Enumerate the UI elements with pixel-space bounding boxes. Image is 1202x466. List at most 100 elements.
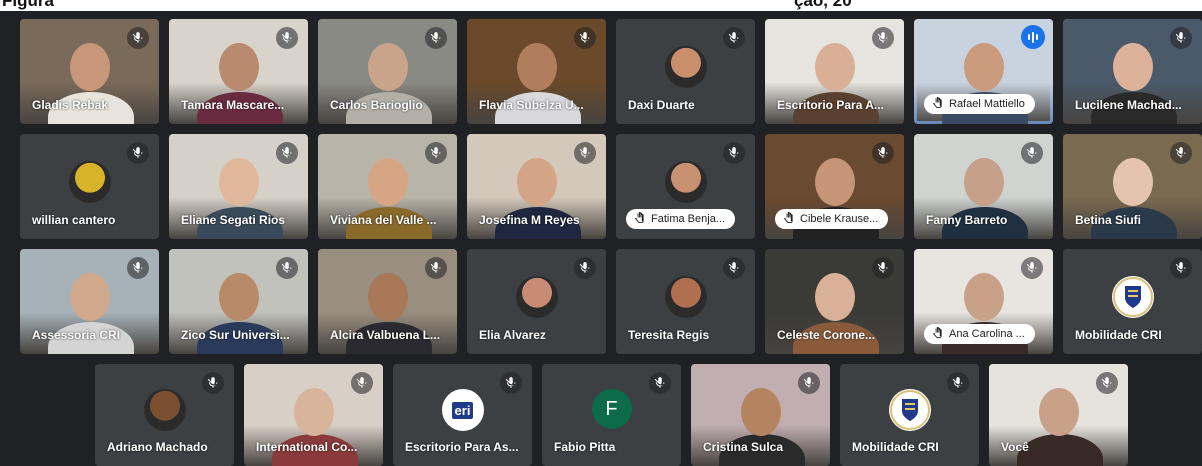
participant-tile-fanny-barreto[interactable]: Fanny Barreto xyxy=(914,134,1053,239)
mic-off-icon xyxy=(723,257,745,279)
person-head xyxy=(815,43,855,91)
mic-off-icon xyxy=(425,142,447,164)
speaking-indicator-icon xyxy=(1021,25,1045,49)
avatar xyxy=(68,160,111,203)
participant-name: Gladis Rebak xyxy=(32,98,109,112)
participant-tile-fabio-pitta[interactable]: F Fabio Pitta xyxy=(542,364,681,466)
mic-off-icon xyxy=(1170,142,1192,164)
participant-tile-ana-carolina[interactable]: Ana Carolina ... xyxy=(914,249,1053,354)
mic-off-icon xyxy=(872,142,894,164)
mic-off-icon xyxy=(276,257,298,279)
participant-tile-assessoria-cri[interactable]: Assessoria CRI xyxy=(20,249,159,354)
participant-name: Betina Siufi xyxy=(1075,213,1142,227)
person-head xyxy=(70,273,110,321)
participant-tile-teresita-regis[interactable]: Teresita Regis xyxy=(616,249,755,354)
person-head xyxy=(1113,43,1153,91)
participant-name: Mobilidade CRI xyxy=(852,440,939,454)
participant-name: Fanny Barreto xyxy=(926,213,1008,227)
participant-tile-willian-cantero[interactable]: willian cantero xyxy=(20,134,159,239)
participant-tile-betina-siufi[interactable]: Betina Siufi xyxy=(1063,134,1202,239)
participant-tile-adriano-machado[interactable]: Adriano Machado xyxy=(95,364,234,466)
participant-tile-cristina-sulca[interactable]: Cristina Sulca xyxy=(691,364,830,466)
person-head xyxy=(964,158,1004,206)
participant-name: Daxi Duarte xyxy=(628,98,695,112)
participant-tile-zico-sur-universi[interactable]: Zico Sur Universi... xyxy=(169,249,308,354)
participant-name: Flavia Subelza U... xyxy=(479,98,584,112)
person-head xyxy=(368,158,408,206)
mic-off-icon xyxy=(649,372,671,394)
participant-name: Escritorio Para As... xyxy=(405,440,519,454)
participant-tile-gladis-rebak[interactable]: Gladis Rebak xyxy=(20,19,159,124)
participant-name: Ana Carolina ... xyxy=(949,328,1025,340)
mic-off-icon xyxy=(723,27,745,49)
eri-logo-icon: eri xyxy=(441,388,484,431)
participant-tile-international-co[interactable]: International Co... xyxy=(244,364,383,466)
participant-tile-daxi-duarte[interactable]: Daxi Duarte xyxy=(616,19,755,124)
participant-tile-voc[interactable]: Você xyxy=(989,364,1128,466)
mic-off-icon xyxy=(947,372,969,394)
participant-tile-eliane-segati-rios[interactable]: Eliane Segati Rios xyxy=(169,134,308,239)
letter-avatar: F xyxy=(591,389,632,429)
participant-tile-escritorio-para-as[interactable]: eri Escritorio Para As... xyxy=(393,364,532,466)
document-header: Figura ção, 20 xyxy=(0,0,1202,11)
participant-name: Lucilene Machad... xyxy=(1075,98,1182,112)
raised-hand-icon xyxy=(932,327,943,341)
mic-off-icon xyxy=(351,372,373,394)
raised-hand-name-pill: Rafael Mattiello xyxy=(924,94,1035,114)
participant-tile-celeste-corone[interactable]: Celeste Corone... xyxy=(765,249,904,354)
avatar xyxy=(664,45,707,88)
avatar xyxy=(664,275,707,318)
participant-name: Cristina Sulca xyxy=(703,440,784,454)
participant-tile-josefina-m-reyes[interactable]: Josefina M Reyes xyxy=(467,134,606,239)
participant-tile-tamara-mascare[interactable]: Tamara Mascare... xyxy=(169,19,308,124)
participant-tile-alcira-valbuena-l[interactable]: Alcira Valbuena L... xyxy=(318,249,457,354)
person-head xyxy=(1113,158,1153,206)
mic-off-icon xyxy=(1021,257,1043,279)
participant-name: Eliane Segati Rios xyxy=(181,213,286,227)
header-left-text: Figura xyxy=(2,0,54,10)
participant-name: Escritorio Para A... xyxy=(777,98,884,112)
participant-tile-elia-alvarez[interactable]: Elia Alvarez xyxy=(467,249,606,354)
participant-name: Assessoria CRI xyxy=(32,328,121,342)
participant-tile-rafael-mattiello[interactable]: Rafael Mattiello xyxy=(914,19,1053,124)
person-head xyxy=(815,158,855,206)
mic-off-icon xyxy=(127,257,149,279)
mic-off-icon xyxy=(872,257,894,279)
participant-name: Rafael Mattiello xyxy=(949,98,1025,110)
person-head xyxy=(815,273,855,321)
mic-off-icon xyxy=(202,372,224,394)
participant-tile-mobilidade-cri[interactable]: Mobilidade CRI xyxy=(1063,249,1202,354)
participant-tile-fatima-benja[interactable]: Fatima Benja... xyxy=(616,134,755,239)
person-head xyxy=(517,158,557,206)
participant-name: International Co... xyxy=(256,440,358,454)
participant-name: Você xyxy=(1001,440,1029,454)
participant-tile-mobilidade-cri[interactable]: Mobilidade CRI xyxy=(840,364,979,466)
mic-off-icon xyxy=(425,257,447,279)
participant-tile-cibele-krause[interactable]: Cibele Krause... xyxy=(765,134,904,239)
crest-logo-icon xyxy=(888,388,931,431)
participant-name: willian cantero xyxy=(32,213,116,227)
participant-name: Carlos Barioglio xyxy=(330,98,423,112)
raised-hand-name-pill: Cibele Krause... xyxy=(775,209,889,229)
participant-name: Alcira Valbuena L... xyxy=(330,328,441,342)
participant-tile-carlos-barioglio[interactable]: Carlos Barioglio xyxy=(318,19,457,124)
mic-off-icon xyxy=(1170,27,1192,49)
participant-name: Zico Sur Universi... xyxy=(181,328,290,342)
participant-tile-flavia-subelza-u[interactable]: Flavia Subelza U... xyxy=(467,19,606,124)
person-head xyxy=(1039,388,1079,436)
header-right-text: ção, 20 xyxy=(794,0,852,10)
mic-off-icon xyxy=(574,257,596,279)
raised-hand-icon xyxy=(634,212,645,226)
raised-hand-name-pill: Ana Carolina ... xyxy=(924,324,1035,344)
participant-tile-escritorio-para-a[interactable]: Escritorio Para A... xyxy=(765,19,904,124)
mic-off-icon xyxy=(574,27,596,49)
mic-off-icon xyxy=(276,27,298,49)
participant-tile-lucilene-machad[interactable]: Lucilene Machad... xyxy=(1063,19,1202,124)
person-head xyxy=(964,43,1004,91)
person-head xyxy=(294,388,334,436)
participant-tile-viviana-del-valle[interactable]: Viviana del Valle ... xyxy=(318,134,457,239)
participant-name: Adriano Machado xyxy=(107,440,208,454)
avatar xyxy=(664,160,707,203)
participant-name: Viviana del Valle ... xyxy=(330,213,437,227)
participant-name: Fatima Benja... xyxy=(651,213,725,225)
